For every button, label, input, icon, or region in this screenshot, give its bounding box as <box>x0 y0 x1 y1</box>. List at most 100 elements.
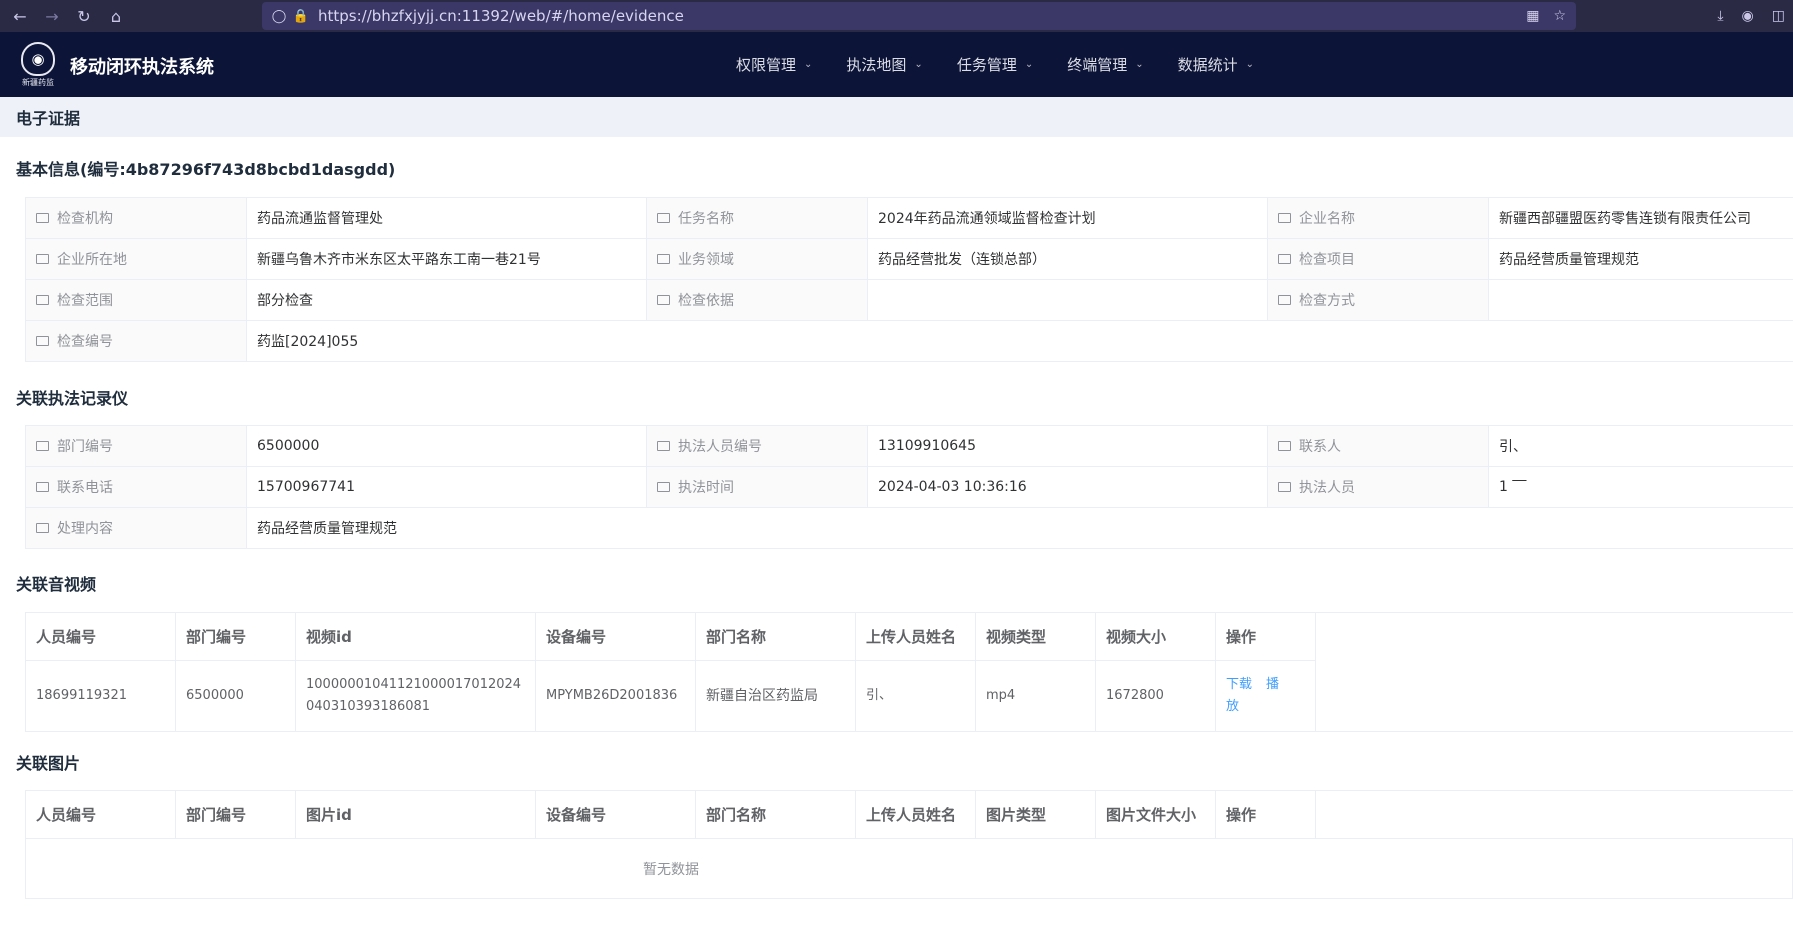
desc-row: 检查范围 部分检查 检查依据 检查方式 <box>25 279 1793 321</box>
column-header: 操作 <box>1215 612 1316 661</box>
cell-person-id: 18699119321 <box>25 660 176 732</box>
field-label: 检查编号 <box>25 320 247 362</box>
label-text: 联系人 <box>1299 439 1341 455</box>
nav-label: 权限管理 <box>736 56 797 74</box>
qr-icon[interactable]: ▦ <box>1526 8 1539 24</box>
card-icon <box>36 523 49 533</box>
field-label: 检查方式 <box>1267 279 1489 321</box>
card-icon <box>657 213 670 223</box>
desc-row: 处理内容 药品经营质量管理规范 <box>25 507 1793 549</box>
nav-task-management[interactable]: 任务管理 ⌄ <box>957 54 1033 75</box>
card-icon <box>657 482 670 492</box>
cell-device-id: MPYMB26D2001836 <box>535 660 696 732</box>
nav-terminal-management[interactable]: 终端管理 ⌄ <box>1067 54 1143 75</box>
recorder-table: 部门编号 6500000 执法人员编号 13109910645 联系人 引、 联… <box>25 425 1793 549</box>
column-header: 视频大小 <box>1095 612 1216 661</box>
cell-video-type: mp4 <box>975 660 1096 732</box>
home-icon[interactable]: ⌂ <box>100 0 132 32</box>
images-title: 关联图片 <box>16 754 81 773</box>
field-label: 检查依据 <box>646 279 868 321</box>
column-header: 视频类型 <box>975 612 1096 661</box>
logo: ◉ 新疆药监 <box>18 42 58 87</box>
field-value: 部分检查 <box>246 279 647 321</box>
images-table: 人员编号 部门编号 图片id 设备编号 部门名称 上传人员姓名 图片类型 图片文… <box>25 790 1316 839</box>
field-value: 13109910645 <box>867 425 1268 467</box>
field-label: 检查机构 <box>25 197 247 239</box>
card-icon <box>1278 295 1291 305</box>
back-icon[interactable]: ← <box>4 0 36 32</box>
app-title: 移动闭环执法系统 <box>70 57 214 78</box>
field-value: 药品经营批发（连锁总部） <box>867 238 1268 280</box>
field-value: 药品经营质量管理规范 <box>1488 238 1793 280</box>
field-value <box>867 279 1268 321</box>
label-text: 检查方式 <box>1299 293 1355 309</box>
label-text: 检查编号 <box>57 334 113 350</box>
cell-dept-id: 6500000 <box>175 660 296 732</box>
cell-dept-name: 新疆自治区药监局 <box>695 660 856 732</box>
shield-icon[interactable]: ◯ <box>268 2 290 30</box>
table-header-row: 人员编号 部门编号 图片id 设备编号 部门名称 上传人员姓名 图片类型 图片文… <box>25 790 1316 839</box>
card-icon <box>36 213 49 223</box>
top-nav: 权限管理 ⌄ 执法地图 ⌄ 任务管理 ⌄ 终端管理 ⌄ 数据统计 ⌄ <box>736 54 1254 75</box>
field-label: 企业所在地 <box>25 238 247 280</box>
nav-statistics[interactable]: 数据统计 ⌄ <box>1178 54 1254 75</box>
table-filler <box>1315 612 1793 732</box>
field-label: 联系人 <box>1267 425 1489 467</box>
table-header-row: 人员编号 部门编号 视频id 设备编号 部门名称 上传人员姓名 视频类型 视频大… <box>25 612 1316 661</box>
field-label: 企业名称 <box>1267 197 1489 239</box>
field-value: 新疆西部疆盟医药零售连锁有限责任公司 <box>1488 197 1793 239</box>
column-header: 操作 <box>1215 790 1316 839</box>
url-text[interactable]: https://bhzfxjyjj.cn:11392/web/#/home/ev… <box>318 7 684 25</box>
card-icon <box>36 336 49 346</box>
chevron-down-icon: ⌄ <box>1245 59 1255 70</box>
forward-icon[interactable]: → <box>36 0 68 32</box>
desc-row: 联系电话 15700967741 执法时间 2024-04-03 10:36:1… <box>25 466 1793 508</box>
table-row: 18699119321 6500000 10000001041121000017… <box>25 660 1316 732</box>
account-icon[interactable]: ◉ <box>1742 8 1754 24</box>
label-text: 执法人员编号 <box>678 439 762 455</box>
nav-label: 终端管理 <box>1067 56 1128 74</box>
card-icon <box>1278 213 1291 223</box>
field-label: 检查项目 <box>1267 238 1489 280</box>
column-header: 图片文件大小 <box>1095 790 1216 839</box>
browser-toolbar: ← → ↻ ⌂ ◯ 🔒 https://bhzfxjyjj.cn:11392/w… <box>0 0 1793 32</box>
address-bar[interactable]: ◯ 🔒 https://bhzfxjyjj.cn:11392/web/#/hom… <box>262 2 1576 30</box>
lock-icon[interactable]: 🔒 <box>290 2 312 30</box>
field-value <box>1488 279 1793 321</box>
label-text: 企业所在地 <box>57 252 127 268</box>
download-icon[interactable]: ⤓ <box>1717 8 1723 24</box>
label-text: 任务名称 <box>678 211 734 227</box>
nav-label: 执法地图 <box>846 56 907 74</box>
card-icon <box>36 482 49 492</box>
field-label: 任务名称 <box>646 197 868 239</box>
field-label: 执法时间 <box>646 466 868 508</box>
chevron-down-icon: ⌄ <box>914 59 923 70</box>
column-header: 图片类型 <box>975 790 1096 839</box>
field-value: 药品经营质量管理规范 <box>246 507 1793 549</box>
column-header: 部门名称 <box>695 790 856 839</box>
cell-uploader: 引、 <box>855 660 976 732</box>
column-header: 人员编号 <box>25 790 176 839</box>
empty-state: 暂无数据 <box>25 839 1793 899</box>
extensions-icon[interactable]: ◫ <box>1772 8 1785 24</box>
logo-text: 新疆药监 <box>22 78 54 87</box>
label-text: 执法时间 <box>678 480 734 496</box>
label-text: 检查范围 <box>57 293 113 309</box>
download-link[interactable]: 下载 <box>1226 677 1252 692</box>
field-value: 引、 <box>1488 425 1793 467</box>
nav-permissions[interactable]: 权限管理 ⌄ <box>736 54 812 75</box>
label-text: 执法人员 <box>1299 480 1355 496</box>
star-icon[interactable]: ☆ <box>1553 8 1566 24</box>
desc-row: 检查机构 药品流通监督管理处 任务名称 2024年药品流通领域监督检查计划 企业… <box>25 197 1793 239</box>
card-icon <box>36 441 49 451</box>
column-header: 设备编号 <box>535 790 696 839</box>
card-icon <box>657 254 670 264</box>
app-header: ◉ 新疆药监 移动闭环执法系统 权限管理 ⌄ 执法地图 ⌄ 任务管理 ⌄ 终端管理 ⌄ … <box>0 32 1793 97</box>
nav-enforcement-map[interactable]: 执法地图 ⌄ <box>846 54 922 75</box>
field-value: 6500000 <box>246 425 647 467</box>
card-icon <box>1278 254 1291 264</box>
page-title: 电子证据 <box>16 109 81 128</box>
reload-icon[interactable]: ↻ <box>68 0 100 32</box>
label-text: 业务领域 <box>678 252 734 268</box>
field-label: 执法人员编号 <box>646 425 868 467</box>
